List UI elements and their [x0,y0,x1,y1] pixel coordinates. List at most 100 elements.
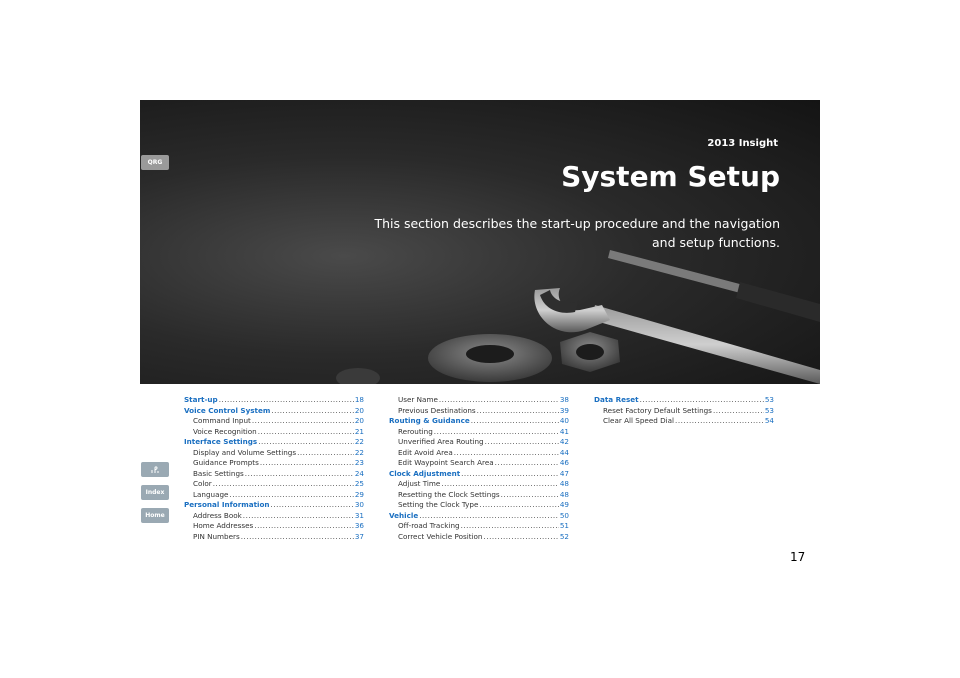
toc-entry-link[interactable]: Command Input 20 [184,416,364,427]
toc-entry-label: User Name [398,395,438,404]
toc-entry-label: Reset Factory Default Settings [603,405,712,415]
toc-entry-link[interactable]: Guidance Prompts 23 [184,458,364,469]
toc-page-number: 49 [559,500,569,509]
toc-page-number: 48 [559,489,569,499]
toc-button[interactable] [141,462,169,477]
toc-leader-dots [241,532,354,543]
toc-entry-link[interactable]: Color 25 [184,479,364,490]
toc-entry-link[interactable]: Edit Avoid Area 44 [389,448,569,459]
toc-section-link[interactable]: Data Reset 53 [594,395,774,406]
toc-entry-link[interactable]: Off-road Tracking 51 [389,521,569,532]
toc-entry-link[interactable]: Resetting the Clock Settings 48 [389,490,569,501]
toc-entry-link[interactable]: Clear All Speed Dial 54 [594,416,774,427]
toc-entry-label: Rerouting [398,426,433,436]
toc-entry-label: Address Book [193,510,242,520]
toc-entry-label: Home Addresses [193,521,254,530]
toc-entry-label: Correct Vehicle Position [398,531,483,541]
hero-banner: 2013 Insight System Setup This section d… [140,100,820,384]
toc-entry-label: Routing & Guidance [389,416,470,425]
qrg-tab[interactable]: QRG [141,155,169,170]
toc-section-link[interactable]: Routing & Guidance 40 [389,416,569,427]
toc-section-link[interactable]: Start-up 18 [184,395,364,406]
toc-leader-dots [243,511,354,522]
toc-entry-label: PIN Numbers [193,531,240,541]
page-title: System Setup [561,160,780,193]
toc-leader-dots [219,395,354,406]
toc-entry-label: Voice Control System [184,405,271,415]
toc-leader-dots [258,437,354,448]
toc-entry-link[interactable]: Basic Settings 24 [184,469,364,480]
toc-entry-link[interactable]: Rerouting 41 [389,427,569,438]
toc-page-number: 48 [559,479,569,488]
toc-entry-label: Interface Settings [184,437,258,446]
toc-entry-link[interactable]: Reset Factory Default Settings 53 [594,406,774,417]
toc-entry-link[interactable]: PIN Numbers 37 [184,532,364,543]
toc-entry-label: Display and Volume Settings [193,447,297,457]
toc-page-number: 29 [354,489,364,499]
toc-page-number: 46 [559,458,569,467]
toc-leader-dots [245,469,354,480]
toc-page-number: 50 [559,510,569,520]
toc-entry-link[interactable]: Unverified Area Routing 42 [389,437,569,448]
toc-entry-link[interactable]: Display and Volume Settings 22 [184,448,364,459]
toc-leader-dots [485,437,559,448]
toc-page-number: 52 [559,531,569,541]
toc-leader-dots [434,427,559,438]
toc-page-number: 20 [354,416,364,425]
toc-entry-label: Personal Information [184,500,270,509]
toc-page-number: 47 [559,468,569,478]
toc-entry-link[interactable]: User Name 38 [389,395,569,406]
toc-entry-link[interactable]: Voice Recognition 21 [184,427,364,438]
toc-leader-dots [439,395,559,406]
toc-entry-label: Setting the Clock Type [398,500,479,509]
home-button[interactable]: Home [141,508,169,523]
toc-page-number: 20 [354,405,364,415]
toc-entry-link[interactable]: Language 29 [184,490,364,501]
toc-leader-dots [258,427,354,438]
toc-entry-link[interactable]: Correct Vehicle Position 52 [389,532,569,543]
toc-leader-dots [271,406,353,417]
toc-icon [151,465,159,473]
toc-entry-label: Guidance Prompts [193,458,259,467]
toc-leader-dots [713,406,764,417]
toc-leader-dots [479,500,558,511]
toc-page-number: 22 [354,447,364,457]
toc-entry-label: Resetting the Clock Settings [398,489,500,499]
toc-leader-dots [260,458,354,469]
toc-page-number: 25 [354,479,364,488]
toc-entry-link[interactable]: Setting the Clock Type 49 [389,500,569,511]
toc-section-link[interactable]: Voice Control System 20 [184,406,364,417]
toc-page-number: 53 [764,395,774,404]
toc-column-1: Start-up18Voice Control System20Command … [184,395,364,542]
toc-leader-dots [252,416,354,427]
toc-entry-label: Data Reset [594,395,639,404]
toc-entry-label: Start-up [184,395,218,404]
toc-section-link[interactable]: Vehicle 50 [389,511,569,522]
toc-leader-dots [640,395,764,406]
toc-section-link[interactable]: Clock Adjustment 47 [389,469,569,480]
index-button[interactable]: Index [141,485,169,500]
toc-entry-label: Vehicle [389,510,419,520]
section-description: This section describes the start-up proc… [374,216,780,250]
toc-page-number: 38 [559,395,569,404]
toc-column-3: Data Reset 53 Reset Factory Default Settin… [594,395,774,427]
toc-leader-dots [495,458,559,469]
toc-page-number: 36 [354,521,364,530]
toc-leader-dots [461,521,559,532]
toc-section-link[interactable]: Personal Information 30 [184,500,364,511]
toc-entry-link[interactable]: Adjust Time 48 [389,479,569,490]
toc-entry-label: Edit Waypoint Search Area [398,458,494,467]
toc-entry-label: Off-road Tracking [398,521,460,530]
toc-entry-label: Command Input [193,416,251,425]
toc-entry-label: Clock Adjustment [389,468,461,478]
toc-page-number: 30 [354,500,364,509]
toc-entry-link[interactable]: Edit Waypoint Search Area 46 [389,458,569,469]
toc-entry-link[interactable]: Previous Destinations 39 [389,406,569,417]
toc-entry-link[interactable]: Address Book 31 [184,511,364,522]
toc-page-number: 24 [354,468,364,478]
toc-section-link[interactable]: Interface Settings 22 [184,437,364,448]
toc-entry-label: Voice Recognition [193,426,257,436]
toc-entry-label: Unverified Area Routing [398,437,484,446]
toc-entry-label: Language [193,489,229,499]
toc-entry-link[interactable]: Home Addresses 36 [184,521,364,532]
